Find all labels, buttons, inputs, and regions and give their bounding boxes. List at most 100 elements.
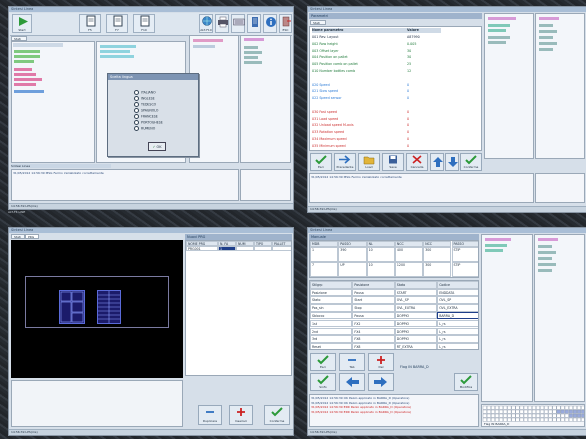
duplicare-button[interactable]: Duplicare <box>198 405 222 425</box>
option-spagnolo[interactable]: SPAGNOLO <box>134 108 158 114</box>
list-button[interactable] <box>247 14 261 33</box>
manuale-button[interactable]: F10 <box>133 14 155 33</box>
conferma-button[interactable]: Conferma <box>460 153 482 171</box>
table-cell[interactable]: FX8 <box>352 335 395 343</box>
tab-stati[interactable]: Stati <box>310 20 326 25</box>
parameter-row[interactable]: 035 Minimum speed 0 <box>312 144 441 149</box>
table-cell[interactable]: FX2 <box>352 319 395 328</box>
grid-cell[interactable]: 1200 <box>394 262 424 277</box>
table-cell[interactable]: Pausa <box>352 288 395 296</box>
table-cell[interactable]: OVL_EXTRA <box>394 304 438 312</box>
parameter-row[interactable]: 010 Number bottles comb 12 <box>312 69 441 74</box>
esci-button[interactable]: Esci <box>310 353 336 371</box>
grid-cell[interactable]: STIP <box>451 262 478 277</box>
grid-cell[interactable]: 300 <box>423 262 452 277</box>
parameter-row[interactable]: 032 Unload speed M-axis 0 <box>312 123 441 128</box>
presenze-button[interactable]: F5 <box>79 14 101 33</box>
grid-cell[interactable]: 10 <box>366 262 395 277</box>
grid-cell[interactable]: 400 <box>394 247 424 262</box>
option-rumeno[interactable]: RUMENO <box>134 126 155 132</box>
grid-cell[interactable]: 7 <box>310 262 339 277</box>
grid-cell[interactable]: 390 <box>338 247 367 262</box>
parameter-row[interactable] <box>312 76 441 81</box>
table-cell[interactable]: FX4 <box>352 327 395 335</box>
table-cell[interactable]: Stop <box>352 304 395 312</box>
table-cell[interactable]: L_rs <box>437 319 478 328</box>
load-button[interactable]: Load <box>358 153 380 171</box>
keyboard-button[interactable] <box>231 14 245 33</box>
table-cell[interactable]: Start <box>352 296 395 304</box>
table-cell[interactable]: Sblocco <box>310 311 353 320</box>
parameter-row[interactable]: 022 Speed sensor 0 <box>312 96 441 101</box>
table-cell[interactable]: OVL_SP <box>394 296 438 304</box>
start-button[interactable]: Start <box>12 14 32 33</box>
option-portoghese[interactable]: PORTOGHESE <box>134 120 163 126</box>
table-cell[interactable]: L_rs <box>437 335 478 343</box>
table-cell[interactable] <box>272 246 291 251</box>
inserisci-button[interactable]: Inserisci <box>229 405 253 425</box>
table-cell[interactable]: PRG001 <box>186 246 218 251</box>
table-cell[interactable]: Posizione <box>310 288 353 296</box>
save-button[interactable]: Save <box>382 153 404 171</box>
table-cell[interactable]: DOPPIO <box>394 327 438 335</box>
esci-button[interactable]: Esci <box>310 153 332 171</box>
table-cell[interactable]: L_rs <box>437 327 478 335</box>
conferma-button[interactable]: Conferma <box>264 405 290 425</box>
table-cell[interactable]: Stato <box>310 296 353 304</box>
printer-button[interactable] <box>215 14 229 33</box>
parameter-row[interactable]: 004 Position on pallet 30 <box>312 55 441 60</box>
grid-cell[interactable]: 300 <box>423 247 452 262</box>
parameter-row[interactable]: 031 Load speed 0 <box>312 117 441 122</box>
table-cell[interactable]: DOPPIO <box>394 335 438 343</box>
precedente-button[interactable]: Precedente <box>334 153 356 171</box>
table-cell[interactable]: Pausa <box>352 311 395 320</box>
option-inglese[interactable]: INGLESE <box>134 96 155 102</box>
parameter-row[interactable] <box>312 103 441 108</box>
table-cell[interactable]: 1st <box>310 319 353 328</box>
sinfo-button[interactable]: Sinfo <box>310 373 336 391</box>
grid-cell[interactable]: 10 <box>366 247 395 262</box>
table-cell[interactable]: START <box>394 288 438 296</box>
arrow-left-button[interactable] <box>339 373 365 391</box>
table-cell[interactable]: OVL_EXTRA <box>437 304 478 312</box>
tab-stati[interactable]: Stati <box>11 234 25 239</box>
parameter-row[interactable]: 034 Maximum speed 0 <box>312 137 441 142</box>
del-button[interactable]: Del <box>368 353 394 371</box>
modifica-button[interactable]: Modifica <box>454 373 478 391</box>
tab-prg[interactable]: PRG <box>25 234 39 239</box>
table-cell[interactable]: ENDDATA <box>437 288 478 296</box>
arrow-down-button[interactable] <box>445 153 459 171</box>
cancella-button[interactable]: Cancella <box>406 153 428 171</box>
table-cell[interactable]: Pos_sin <box>310 304 353 312</box>
table-cell-selected[interactable]: 1 <box>218 246 236 251</box>
table-cell[interactable] <box>236 246 254 251</box>
globe-button[interactable]: ALT-F10 <box>199 14 213 33</box>
arrow-right-button[interactable] <box>368 373 394 391</box>
table-cell[interactable]: RT_EXTRA <box>394 343 438 349</box>
arrow-up-button[interactable] <box>430 153 444 171</box>
parameter-row[interactable]: 003 Offset layer 30 <box>312 49 441 54</box>
tab-button[interactable]: Tab <box>339 353 365 371</box>
parameter-row[interactable]: 030 Fast speed 0 <box>312 110 441 115</box>
ok-button[interactable]: ✓ OK <box>148 142 166 151</box>
table-cell[interactable]: 3rd <box>310 335 353 343</box>
grid-cell[interactable]: 1 <box>310 247 339 262</box>
table-cell[interactable]: DOPPIO <box>394 319 438 328</box>
table-cell[interactable]: L_rs <box>437 343 478 349</box>
table-cell[interactable]: 2nd <box>310 327 353 335</box>
exit-button[interactable]: ESC <box>279 14 292 33</box>
table-cell[interactable] <box>254 246 272 251</box>
table-cell[interactable]: OVL_SP <box>437 296 478 304</box>
parameter-row[interactable]: 021 Slow speed 0 <box>312 89 441 94</box>
parameter-row[interactable]: 005 Position comb on pallet 25 <box>312 62 441 67</box>
parametri-button[interactable]: F7 <box>106 14 128 33</box>
parameter-row[interactable]: 001 Rev. Layout A87990 <box>312 35 441 40</box>
table-cell[interactable]: FX8 <box>352 343 395 349</box>
table-cell[interactable]: Reset <box>310 343 353 349</box>
info-button[interactable] <box>263 14 277 33</box>
parameter-row[interactable]: 002 Row height 0.005 <box>312 42 441 47</box>
parameter-row[interactable]: 033 Rotation speed 0 <box>312 130 441 135</box>
grid-cell[interactable]: STIP <box>451 247 478 262</box>
parameter-row[interactable]: 020 Speed 0 <box>312 83 441 88</box>
option-italiano[interactable]: ITALIANO <box>134 90 156 96</box>
